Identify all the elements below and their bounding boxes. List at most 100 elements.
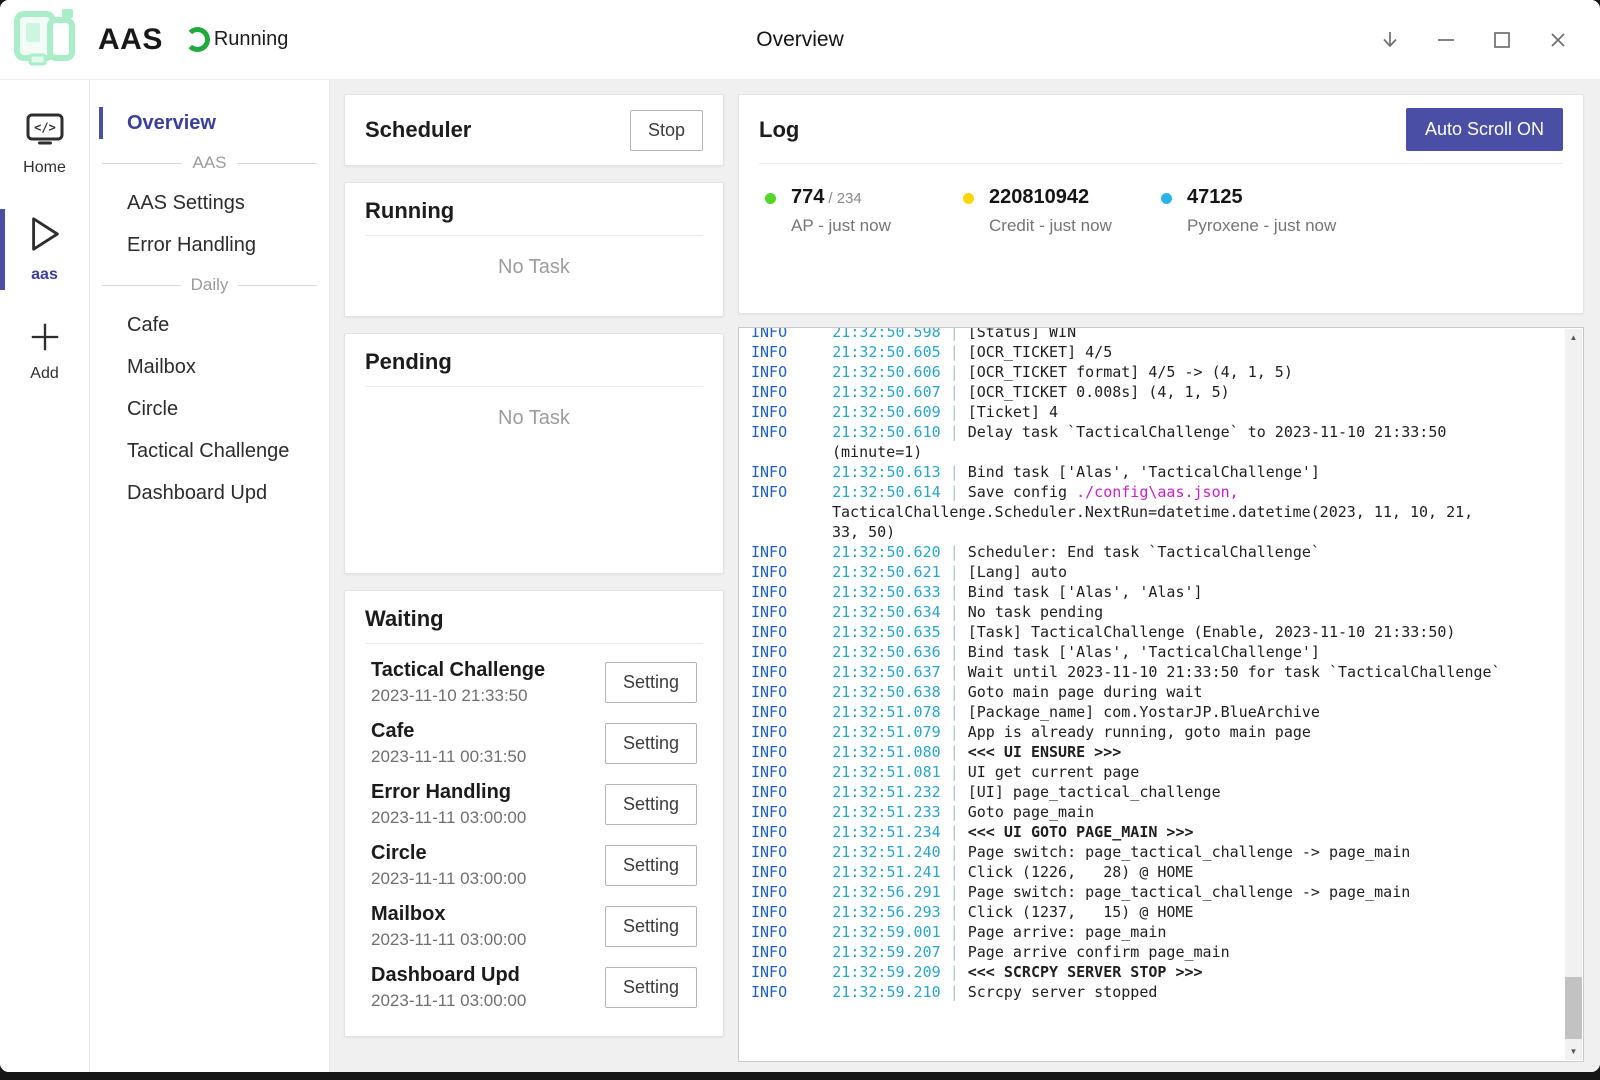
log-level: INFO [751, 863, 832, 881]
log-line: INFO 21:32:51.232 | [UI] page_tactical_c… [751, 782, 1503, 802]
log-separator: | [950, 603, 968, 621]
log-line: INFO 21:32:51.078 | [Package_name] com.Y… [751, 702, 1503, 722]
log-message: Bind task ['Alas', 'TacticalChallenge'] [968, 643, 1320, 661]
stat-label: Credit - just now [989, 216, 1112, 236]
sidebar-item-circle[interactable]: Circle [90, 388, 329, 430]
stat-total: / 234 [828, 190, 861, 207]
log-level: INFO [751, 983, 832, 1001]
task-setting-button[interactable]: Setting [605, 723, 697, 764]
log-message: Click (1226, 28) @ HOME [968, 863, 1194, 881]
running-card: Running No Task [344, 182, 724, 317]
log-line: INFO 21:32:50.613 | Bind task ['Alas', '… [751, 462, 1503, 482]
log-level: INFO [751, 923, 832, 941]
sidebar-item-label: Error Handling [127, 234, 256, 257]
log-scrollbar[interactable]: ▲ ▼ [1565, 329, 1582, 1060]
update-download-button[interactable] [1370, 20, 1410, 60]
log-card: Log Auto Scroll ON 774/ 234AP - just now… [738, 94, 1584, 314]
task-setting-button[interactable]: Setting [605, 906, 697, 947]
sidebar-item-label: AAS Settings [127, 192, 245, 215]
scroll-up-button[interactable]: ▲ [1565, 329, 1582, 346]
log-separator: | [950, 403, 968, 421]
app-logo-icon [12, 6, 78, 73]
rail-item-home[interactable]: </>Home [0, 102, 89, 189]
sidebar-item-cafe[interactable]: Cafe [90, 304, 329, 346]
log-level: INFO [751, 543, 832, 561]
minimize-button[interactable] [1426, 20, 1466, 60]
sidebar-item-overview[interactable]: Overview [90, 102, 329, 144]
sidebar-item-aas-settings[interactable]: AAS Settings [90, 182, 329, 224]
log-line: INFO 21:32:50.637 | Wait until 2023-11-1… [751, 662, 1503, 682]
log-timestamp: 21:32:51.079 [832, 723, 949, 741]
log-separator: | [950, 883, 968, 901]
log-level: INFO [751, 883, 832, 901]
log-timestamp: 21:32:51.240 [832, 843, 949, 861]
rail-item-aas[interactable]: aas [0, 203, 89, 296]
log-message: Scrcpy server stopped [968, 983, 1158, 1001]
rail-item-label: aas [31, 266, 58, 284]
log-level: INFO [751, 483, 832, 501]
log-separator: | [950, 923, 968, 941]
log-message: Bind task ['Alas', 'TacticalChallenge'] [968, 463, 1320, 481]
log-message: [OCR_TICKET format] 4/5 -> (4, 1, 5) [968, 363, 1293, 381]
task-next-run: 2023-11-11 03:00:00 [371, 808, 526, 828]
stat-block: 47125Pyroxene - just now [1187, 186, 1336, 236]
log-separator: | [950, 703, 968, 721]
log-message: [Task] TacticalChallenge (Enable, 2023-1… [968, 623, 1456, 641]
log-separator: | [950, 423, 968, 441]
log-timestamp: 21:32:50.621 [832, 563, 949, 581]
log-line: INFO 21:32:51.233 | Goto page_main [751, 802, 1503, 822]
waiting-task-row: Circle2023-11-11 03:00:00Setting [371, 835, 697, 896]
log-card-header: Log Auto Scroll ON [759, 95, 1563, 164]
sidebar-item-dashboard-upd[interactable]: Dashboard Upd [90, 472, 329, 514]
log-line: INFO 21:32:50.606 | [OCR_TICKET format] … [751, 362, 1503, 382]
sidebar-item-error-handling[interactable]: Error Handling [90, 224, 329, 266]
sidebar-item-label: Circle [127, 398, 178, 421]
task-next-run: 2023-11-11 03:00:00 [371, 930, 526, 950]
task-next-run: 2023-11-10 21:33:50 [371, 686, 545, 706]
log-message: [Lang] auto [968, 563, 1067, 581]
auto-scroll-toggle[interactable]: Auto Scroll ON [1406, 108, 1563, 151]
log-message: [Status] WIN [968, 327, 1076, 341]
task-setting-button[interactable]: Setting [605, 662, 697, 703]
log-timestamp: 21:32:59.209 [832, 963, 949, 981]
pending-card: Pending No Task [344, 333, 724, 574]
stop-button[interactable]: Stop [630, 110, 703, 151]
log-timestamp: 21:32:50.638 [832, 683, 949, 701]
stat-block: 220810942Credit - just now [989, 186, 1112, 236]
stat-ap: 774/ 234AP - just now [765, 186, 963, 236]
log-line: INFO 21:32:50.598 | [Status] WIN [751, 327, 1503, 342]
window-controls [1370, 20, 1600, 60]
log-timestamp: 21:32:59.001 [832, 923, 949, 941]
task-setting-button[interactable]: Setting [605, 845, 697, 886]
stat-dot-icon [1161, 193, 1172, 204]
close-button[interactable] [1538, 20, 1578, 60]
maximize-button[interactable] [1482, 20, 1522, 60]
log-message: UI get current page [968, 763, 1140, 781]
waiting-task-row: Cafe2023-11-11 00:31:50Setting [371, 713, 697, 774]
log-line: INFO 21:32:59.207 | Page arrive confirm … [751, 942, 1503, 962]
log-line: INFO 21:32:50.621 | [Lang] auto [751, 562, 1503, 582]
scroll-down-button[interactable]: ▼ [1565, 1043, 1582, 1060]
stat-credit: 220810942Credit - just now [963, 186, 1161, 236]
rail-item-add[interactable]: Add [0, 310, 89, 395]
scroll-thumb[interactable] [1565, 977, 1582, 1039]
log-message: Scheduler: End task `TacticalChallenge` [968, 543, 1320, 561]
log-timestamp: 21:32:50.637 [832, 663, 949, 681]
log-line: INFO 21:32:50.638 | Goto main page durin… [751, 682, 1503, 702]
log-separator: | [950, 963, 968, 981]
rail-item-label: Home [23, 159, 66, 177]
sidebar-item-tactical-challenge[interactable]: Tactical Challenge [90, 430, 329, 472]
log-line: INFO 21:32:59.210 | Scrcpy server stoppe… [751, 982, 1503, 1002]
log-column: Log Auto Scroll ON 774/ 234AP - just now… [738, 94, 1584, 1072]
sidebar-item-mailbox[interactable]: Mailbox [90, 346, 329, 388]
running-spinner-icon [185, 27, 210, 52]
task-setting-button[interactable]: Setting [605, 967, 697, 1008]
app-name: AAS [98, 23, 163, 57]
waiting-card: Waiting Tactical Challenge2023-11-10 21:… [344, 590, 724, 1037]
task-setting-button[interactable]: Setting [605, 784, 697, 825]
waiting-task-row: Error Handling2023-11-11 03:00:00Setting [371, 774, 697, 835]
stat-dot-icon [765, 193, 776, 204]
stat-value: 774/ 234 [791, 186, 891, 209]
stat-label: Pyroxene - just now [1187, 216, 1336, 236]
log-level: INFO [751, 763, 832, 781]
